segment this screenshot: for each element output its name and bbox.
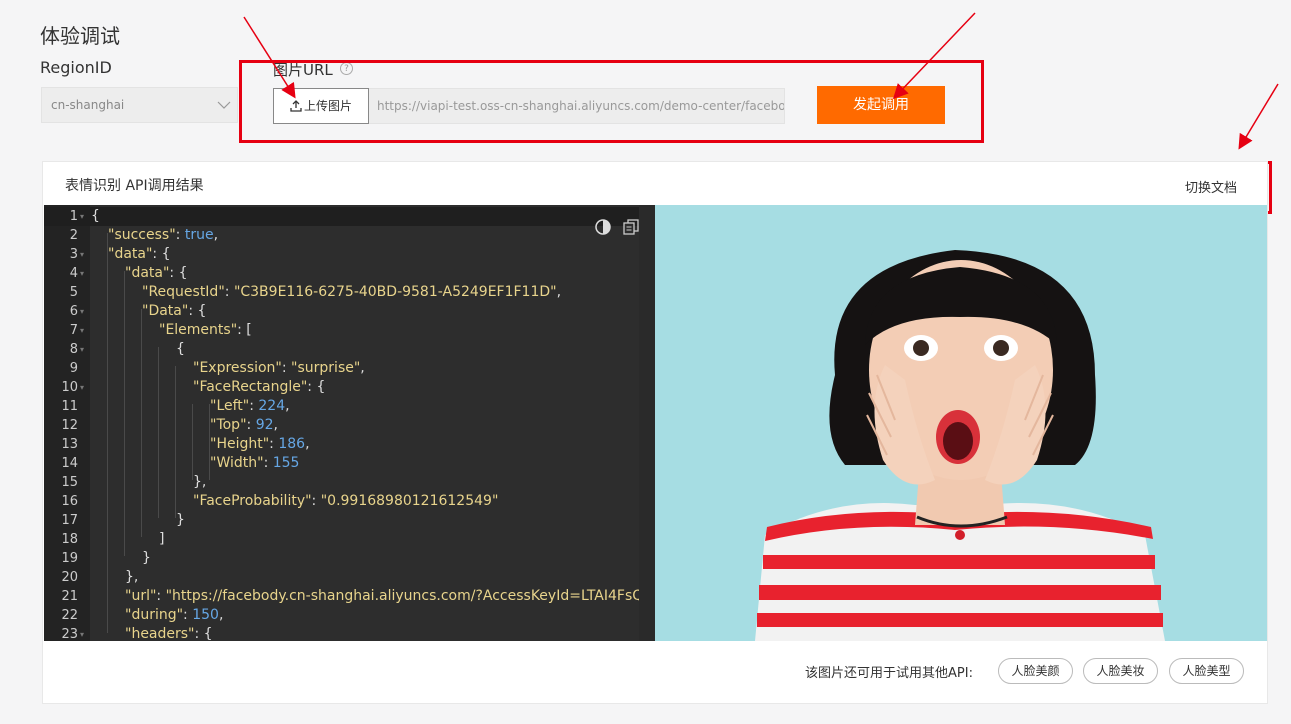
code-line: 17} [44, 511, 655, 530]
region-value: cn-shanghai [51, 98, 125, 112]
line-number: 10 [61, 380, 78, 395]
line-number: 19 [61, 551, 78, 566]
line-number: 9 [69, 361, 78, 376]
code-line: 9 "Expression": "surprise", [44, 359, 655, 378]
editor-scrollbar[interactable] [639, 205, 655, 641]
code-text: "Left": 224, [210, 398, 290, 414]
fold-icon[interactable]: ▾ [80, 321, 84, 340]
code-text: } [142, 550, 151, 566]
fold-icon[interactable]: ▾ [80, 378, 84, 397]
surprised-woman-photo [655, 205, 1267, 641]
fold-icon[interactable]: ▾ [80, 264, 84, 283]
code-text: }, [125, 569, 139, 585]
code-line: 13 "Height": 186, [44, 435, 655, 454]
code-text: "FaceProbability": "0.99168980121612549" [193, 493, 499, 509]
line-number: 5 [69, 285, 78, 300]
code-line: 6 ▾ "Data": { [44, 302, 655, 321]
annotation-box-input [239, 60, 984, 143]
code-text: "success": true, [108, 227, 219, 243]
line-number: 22 [61, 608, 78, 623]
code-line: 2 "success": true, [44, 226, 655, 245]
code-line: 12 "Top": 92, [44, 416, 655, 435]
line-number: 4 [69, 266, 78, 281]
code-line: 22 "during": 150, [44, 606, 655, 625]
arrow-to-switch-doc [1238, 83, 1279, 150]
code-line: 19} [44, 549, 655, 568]
code-text: "during": 150, [125, 607, 224, 623]
fold-icon[interactable]: ▾ [80, 302, 84, 321]
json-editor[interactable]: 1 ▾{2 "success": true, 3 ▾ "data": {4 ▾ "data":… [44, 205, 655, 641]
region-label: RegionID [40, 58, 112, 77]
code-line: 8 ▾ { [44, 340, 655, 359]
line-number: 1 [69, 209, 78, 224]
code-text: "FaceRectangle": { [193, 379, 326, 395]
code-text: "Expression": "surprise", [193, 360, 365, 376]
code-line: 16 "FaceProbability": "0.9916898012161254… [44, 492, 655, 511]
line-number: 20 [61, 570, 78, 585]
code-text: "headers": { [125, 626, 213, 641]
code-line: 21 "url": "https://facebody.cn-shanghai.a… [44, 587, 655, 606]
code-line: 3 ▾ "data": { [44, 245, 655, 264]
fold-icon[interactable]: ▾ [80, 245, 84, 264]
code-line: 20}, [44, 568, 655, 587]
code-line: 4 ▾ "data": { [44, 264, 655, 283]
code-text: } [176, 512, 185, 528]
code-text: { [91, 208, 100, 224]
code-text: "Height": 186, [210, 436, 310, 452]
line-number: 15 [61, 475, 78, 490]
code-text: }, [193, 474, 207, 490]
api-chip-face-beauty[interactable]: 人脸美颜 [998, 658, 1073, 684]
code-text: "data": { [108, 246, 171, 262]
line-number: 17 [61, 513, 78, 528]
code-line: 23 ▾ "headers": { [44, 625, 655, 641]
code-text: ] [159, 531, 165, 547]
line-number: 11 [61, 399, 78, 414]
line-number: 8 [69, 342, 78, 357]
code-text: "data": { [125, 265, 188, 281]
line-number: 14 [61, 456, 78, 471]
api-chip-face-makeup[interactable]: 人脸美妆 [1083, 658, 1158, 684]
code-line: 10 ▾ "FaceRectangle": { [44, 378, 655, 397]
code-text: "Top": 92, [210, 417, 278, 433]
page-title: 体验调试 [40, 24, 120, 48]
code-text: "Data": { [142, 303, 207, 319]
result-title: 表情识别 API调用结果 [65, 178, 204, 194]
theme-toggle-icon[interactable] [595, 219, 611, 235]
line-number: 7 [69, 323, 78, 338]
line-number: 2 [69, 228, 78, 243]
fold-icon[interactable]: ▾ [80, 207, 84, 226]
line-number: 21 [61, 589, 78, 604]
line-number: 18 [61, 532, 78, 547]
line-number: 16 [61, 494, 78, 509]
switch-doc-button[interactable]: 切换文档 [1185, 177, 1237, 196]
line-number: 6 [69, 304, 78, 319]
code-line: 5 "RequestId": "C3B9E116-6275-40BD-9581-A… [44, 283, 655, 302]
code-text: "Elements": [ [159, 322, 252, 338]
result-image [655, 205, 1267, 641]
code-text: { [176, 341, 185, 357]
code-line: 18] [44, 530, 655, 549]
fold-icon[interactable]: ▾ [80, 340, 84, 359]
code-line: 11 "Left": 224, [44, 397, 655, 416]
code-line: 7 ▾ "Elements": [ [44, 321, 655, 340]
line-number: 3 [69, 247, 78, 262]
api-chip-face-shape[interactable]: 人脸美型 [1169, 658, 1244, 684]
line-number: 13 [61, 437, 78, 452]
result-panel: 表情识别 API调用结果 切换文档 1 ▾{2 "success": true, 3 ▾… [42, 161, 1268, 704]
copy-icon[interactable] [623, 219, 639, 235]
line-number: 12 [61, 418, 78, 433]
code-line: 14 "Width": 155 [44, 454, 655, 473]
code-text: "RequestId": "C3B9E116-6275-40BD-9581-A5… [142, 284, 562, 300]
other-api-label: 该图片还可用于试用其他API: [805, 666, 973, 681]
code-line: 15}, [44, 473, 655, 492]
fold-icon[interactable]: ▾ [80, 625, 84, 641]
region-select[interactable]: cn-shanghai [41, 87, 238, 123]
code-line: 1 ▾ { [44, 207, 655, 226]
line-number: 23 [61, 627, 78, 641]
code-text: "url": "https://facebody.cn-shanghai.ali… [125, 588, 655, 604]
chevron-down-icon [217, 101, 231, 109]
code-text: "Width": 155 [210, 455, 300, 471]
